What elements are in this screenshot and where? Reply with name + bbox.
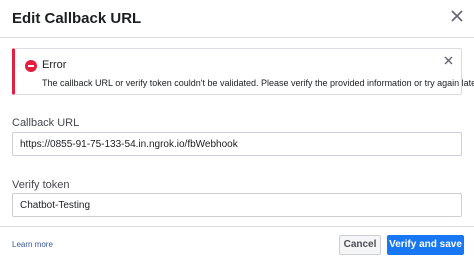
cancel-button[interactable]: Cancel	[339, 235, 381, 255]
verify-token-input[interactable]: Chatbot-Testing	[12, 193, 462, 217]
error-close-icon[interactable]	[443, 55, 454, 66]
error-title: Error	[42, 59, 67, 71]
learn-more-link[interactable]: Learn more	[12, 240, 53, 249]
edit-callback-url-dialog: Edit Callback URL Error The callback URL…	[0, 0, 474, 262]
dialog-footer: Learn more Cancel Verify and save	[0, 226, 474, 262]
dialog-body: Error The callback URL or verify token c…	[0, 39, 474, 225]
error-message: The callback URL or verify token couldn'…	[42, 78, 474, 88]
dialog-title: Edit Callback URL	[12, 10, 142, 27]
close-icon[interactable]	[449, 8, 465, 24]
error-banner: Error The callback URL or verify token c…	[12, 48, 474, 95]
verify-and-save-button[interactable]: Verify and save	[387, 235, 464, 255]
dialog-header: Edit Callback URL	[0, 0, 474, 38]
error-icon	[25, 60, 37, 72]
verify-token-label: Verify token	[12, 179, 70, 191]
callback-url-input[interactable]: https://0855-91-75-133-54.in.ngrok.io/fb…	[12, 132, 462, 156]
callback-url-label: Callback URL	[12, 117, 80, 129]
